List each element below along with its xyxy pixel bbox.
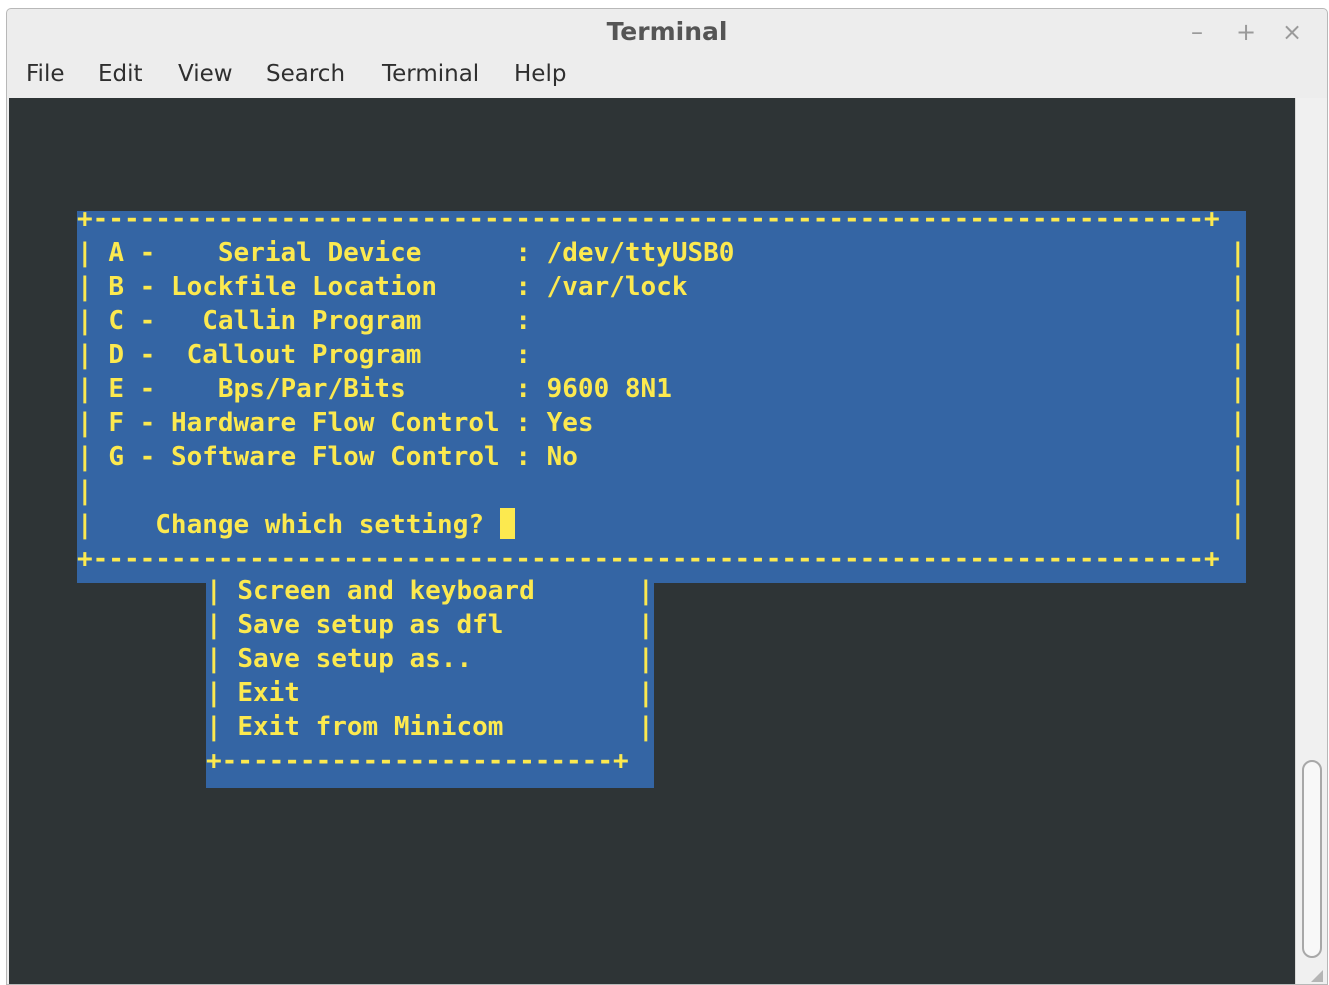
menu-file[interactable]: File [26,61,65,87]
menu-option-label: Screen and keyboard [237,576,535,606]
menu-option-label: Exit [237,678,300,708]
setting-row-c[interactable]: | C - Callin Program : [77,304,1246,338]
menu-border-bottom: +-------------------------+ [206,746,629,776]
setting-row-a[interactable]: | A - Serial Device : /dev/ttyUSB0 [77,236,1246,270]
menu-row-save-as[interactable]: | Save setup as.. [206,642,654,676]
prompt-row[interactable]: | Change which setting? [77,508,1246,542]
dialog-right-border: | | | | | | | | | [1230,238,1246,540]
setting-label: Hardware Flow Control [170,408,516,438]
menu-option-label: Save setup as.. [237,644,473,674]
resize-grip-icon[interactable] [1311,970,1323,982]
close-icon[interactable]: × [1282,18,1302,46]
setting-value: 9600 8N1 [546,374,672,404]
maximize-icon[interactable]: + [1236,18,1256,46]
menu-row-exit[interactable]: | Exit [206,676,654,710]
setting-row-d[interactable]: | D - Callout Program : [77,338,1246,372]
setting-label: Callin Program [170,306,516,336]
menu-option-label: Save setup as dfl [237,610,504,640]
prompt-text: Change which setting? [155,510,500,540]
setting-row-g[interactable]: | G - Software Flow Control : No [77,440,1246,474]
setting-label: Callout Program [170,340,516,370]
setting-key: E [108,374,124,404]
setting-label: Serial Device [170,238,516,268]
title-bar[interactable]: Terminal – + × [7,9,1327,55]
menu-terminal[interactable]: Terminal [382,61,479,87]
text-cursor [499,508,515,539]
configuration-menu: | Screen and keyboard | Save setup as df… [206,576,654,788]
window-title: Terminal [606,17,728,46]
scrollbar-thumb[interactable] [1302,760,1322,958]
setting-key: F [108,408,124,438]
setting-label: Software Flow Control [170,442,516,472]
setting-label: Bps/Par/Bits [170,374,516,404]
terminal-window: Terminal – + × File Edit View Search Ter… [6,8,1328,985]
menu-view[interactable]: View [178,61,233,87]
vertical-scrollbar[interactable] [1295,98,1327,984]
dialog-border-top: +---------------------------------------… [77,204,1220,234]
setting-key: G [108,442,124,472]
minimize-icon[interactable]: – [1191,18,1203,46]
menu-option-label: Exit from Minicom [237,712,504,742]
terminal-area[interactable]: +---------------------------------------… [9,98,1295,984]
setting-key: D [108,340,124,370]
setting-row-f[interactable]: | F - Hardware Flow Control : Yes [77,406,1246,440]
menu-help[interactable]: Help [514,61,566,87]
setting-label: Lockfile Location [170,272,516,302]
setting-row-e[interactable]: | E - Bps/Par/Bits : 9600 8N1 [77,372,1246,406]
menu-bar: File Edit View Search Terminal Help [7,55,1327,97]
serial-setup-dialog: +---------------------------------------… [77,204,1246,583]
setting-key: B [108,272,124,302]
menu-right-border: | | | | | [638,576,654,742]
setting-key: C [108,306,124,336]
setting-row-b[interactable]: | B - Lockfile Location : /var/lock [77,270,1246,304]
menu-search[interactable]: Search [266,61,345,87]
setting-key: A [108,238,124,268]
setting-value: No [546,442,578,472]
blank-row: | [77,476,93,506]
menu-edit[interactable]: Edit [98,61,143,87]
setting-value: /dev/ttyUSB0 [546,238,735,268]
menu-row-exit-minicom[interactable]: | Exit from Minicom [206,710,654,744]
setting-value: Yes [546,408,594,438]
menu-row-save-dfl[interactable]: | Save setup as dfl [206,608,654,642]
menu-row-screen-keyboard[interactable]: | Screen and keyboard [206,574,654,608]
dialog-border-bottom: +---------------------------------------… [77,544,1220,574]
setting-value: /var/lock [546,272,688,302]
